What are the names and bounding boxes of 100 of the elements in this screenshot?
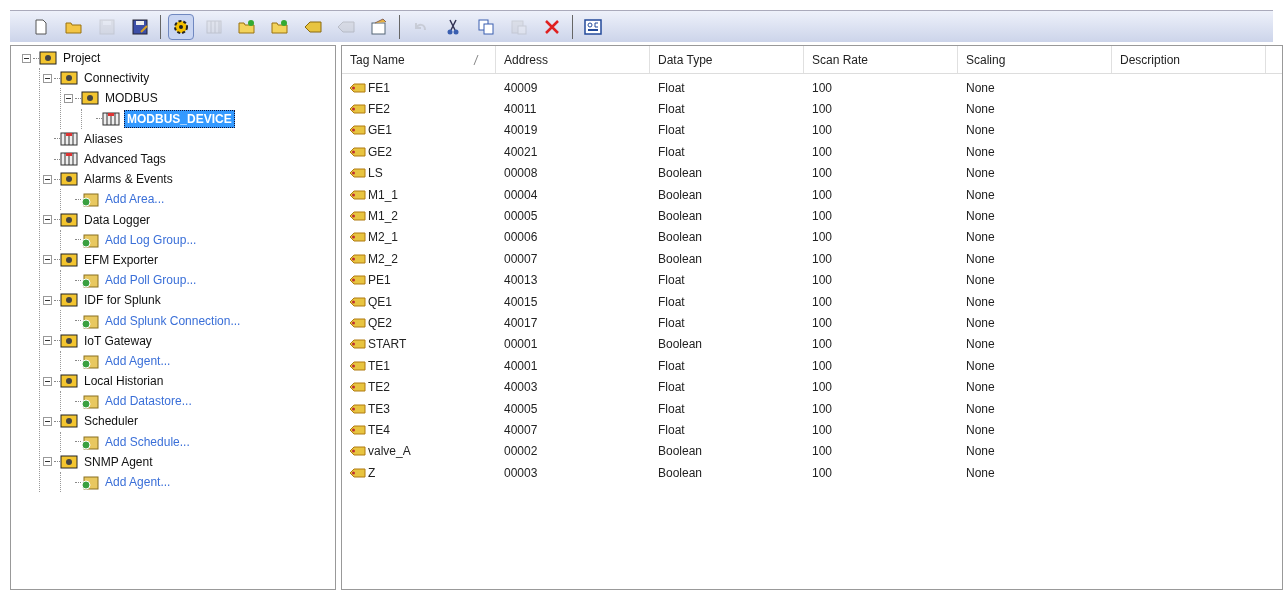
tree-item[interactable]: SNMP Agent xyxy=(82,453,155,470)
table-cell-text: M2_2 xyxy=(368,250,399,268)
table-cell-text: 100 xyxy=(812,357,833,375)
table-cell-text: valve_A xyxy=(368,443,411,461)
table-cell-text: 00003 xyxy=(504,464,538,482)
tag-icon xyxy=(350,82,366,93)
tag-icon xyxy=(350,382,366,393)
node-icon xyxy=(60,251,78,268)
tree-item[interactable]: Scheduler xyxy=(82,413,141,430)
table-cell-text: None xyxy=(966,379,995,397)
table-cell-text: QE1 xyxy=(368,293,392,311)
table-cell-text: Float xyxy=(658,293,685,311)
table-cell-text: 40007 xyxy=(504,421,538,439)
table-cell-text: GE2 xyxy=(368,143,392,161)
table-cell-text: M1_1 xyxy=(368,186,399,204)
tree-item[interactable]: Advanced Tags xyxy=(82,151,168,168)
node-icon xyxy=(60,171,78,188)
collapse-toggle[interactable] xyxy=(42,295,52,305)
table-cell-text: 100 xyxy=(812,400,833,418)
tag-icon xyxy=(350,318,366,328)
table-cell-text: None xyxy=(966,293,995,311)
node-icon xyxy=(60,332,78,349)
tree-item[interactable]: Add Log Group... xyxy=(103,231,199,248)
table-cell-text: Float xyxy=(658,357,685,375)
table-cell-text: None xyxy=(966,357,995,375)
collapse-toggle[interactable] xyxy=(42,215,52,225)
table-cell-text: 100 xyxy=(812,250,833,268)
tree-item[interactable]: EFM Exporter xyxy=(82,251,160,268)
table-cell-text: 100 xyxy=(812,101,833,119)
table-cell-text: TE2 xyxy=(368,379,390,397)
table-cell-text: Float xyxy=(658,143,685,161)
tree-item[interactable]: Add Area... xyxy=(103,191,167,208)
column-header[interactable]: Scan Rate xyxy=(804,46,958,73)
table-cell-text: None xyxy=(966,122,995,140)
column-header[interactable]: Description xyxy=(1112,46,1266,73)
table-cell-text: 100 xyxy=(812,293,833,311)
collapse-toggle[interactable] xyxy=(63,93,73,103)
table-cell-text: 00005 xyxy=(504,208,538,226)
tree-item[interactable]: MODBUS xyxy=(103,90,160,107)
table-cell-text: 40005 xyxy=(504,400,538,418)
tree-item[interactable]: Aliases xyxy=(82,130,125,147)
table-cell-text: None xyxy=(966,79,995,97)
tree-item[interactable]: IDF for Splunk xyxy=(82,292,163,309)
table-cell-text: 00004 xyxy=(504,186,538,204)
column-header[interactable]: Tag Name xyxy=(342,46,496,73)
tree-item[interactable]: Add Poll Group... xyxy=(103,272,199,289)
device-icon xyxy=(60,130,78,147)
table-cell-text: 00001 xyxy=(504,336,538,354)
tag-icon xyxy=(350,339,366,350)
table-cell-text: Boolean xyxy=(658,165,703,183)
node-icon xyxy=(60,292,78,309)
tree-item[interactable]: Add Splunk Connection... xyxy=(103,312,243,329)
tree-item[interactable]: Connectivity xyxy=(82,70,152,87)
tree-item[interactable]: Add Schedule... xyxy=(103,433,192,450)
table-cell-text: None xyxy=(966,165,995,183)
tree-item[interactable]: Add Datastore... xyxy=(103,393,194,410)
tree-item[interactable]: Alarms & Events xyxy=(82,171,175,188)
table-cell-text: Boolean xyxy=(658,208,703,226)
table-cell-text: M2_1 xyxy=(368,229,399,247)
table-cell-text: Boolean xyxy=(658,229,703,247)
tree-item[interactable]: Project xyxy=(61,50,103,67)
tree-item[interactable]: Add Agent... xyxy=(103,352,173,369)
table-cell-text: 00002 xyxy=(504,443,538,461)
tree-item[interactable]: IoT Gateway xyxy=(82,332,154,349)
tag-icon xyxy=(350,232,366,243)
collapse-toggle[interactable] xyxy=(42,336,52,346)
table-cell-text: None xyxy=(966,443,995,461)
tag-icon xyxy=(350,424,366,435)
tag-icon xyxy=(350,146,366,157)
table-cell-text: TE3 xyxy=(368,400,390,418)
collapse-toggle[interactable] xyxy=(42,73,52,83)
tag-icon xyxy=(350,275,366,286)
table-cell-text: 100 xyxy=(812,79,833,97)
column-header[interactable]: Scaling xyxy=(958,46,1112,73)
table-cell-text: M1_2 xyxy=(368,208,399,226)
table-cell-text: Boolean xyxy=(658,336,703,354)
table-cell-text: TE1 xyxy=(368,357,390,375)
node-icon xyxy=(81,90,99,107)
tag-icon xyxy=(350,211,366,222)
collapse-toggle[interactable] xyxy=(42,457,52,467)
collapse-toggle[interactable] xyxy=(42,376,52,386)
collapse-toggle[interactable] xyxy=(42,416,52,426)
table-cell-text: Float xyxy=(658,79,685,97)
table-cell-text: 40001 xyxy=(504,357,538,375)
tag-icon xyxy=(350,467,366,478)
tag-icon xyxy=(350,104,366,115)
collapse-toggle[interactable] xyxy=(42,174,52,184)
collapse-toggle[interactable] xyxy=(42,255,52,265)
tree-item[interactable]: Add Agent... xyxy=(103,474,173,491)
column-header[interactable]: Data Type xyxy=(650,46,804,73)
table-cell-text: None xyxy=(966,208,995,226)
sort-indicator-icon xyxy=(473,53,479,66)
gear-tool-icon[interactable] xyxy=(168,13,194,40)
column-header[interactable]: Address xyxy=(496,46,650,73)
device-icon xyxy=(102,110,120,127)
tree-item[interactable]: Data Logger xyxy=(82,211,153,228)
table-cell-text: None xyxy=(966,250,995,268)
tree-item[interactable]: Local Historian xyxy=(82,373,166,390)
collapse-toggle[interactable] xyxy=(21,53,31,63)
table-cell-text: FE2 xyxy=(368,101,390,119)
